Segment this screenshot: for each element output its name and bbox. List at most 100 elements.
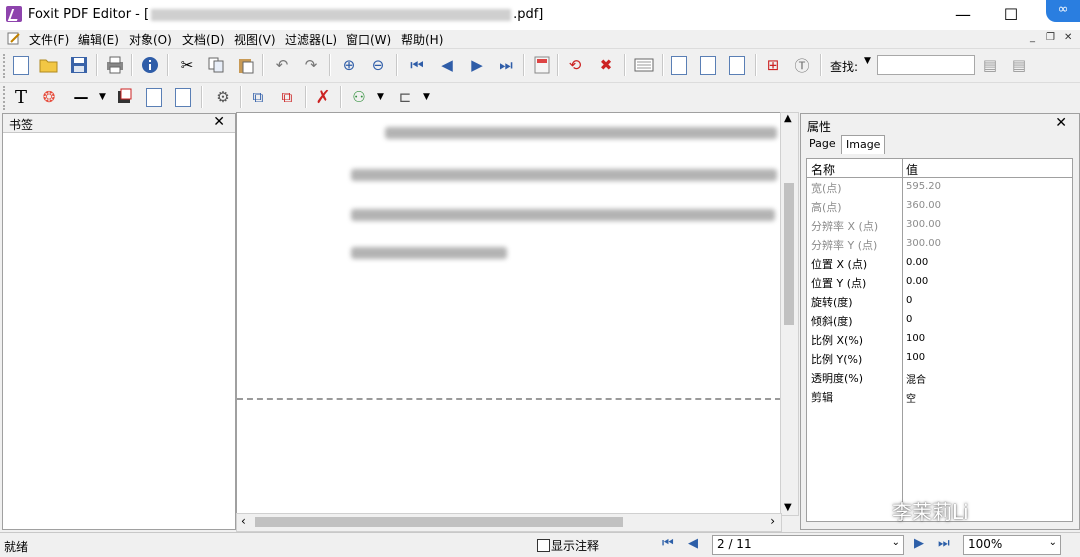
tab-image[interactable]: Image [841,135,886,154]
last-page-icon[interactable]: ⏭ [495,54,517,76]
open-folder-icon[interactable] [38,54,60,76]
group-chevron-icon[interactable]: ▼ [377,92,384,102]
property-row[interactable]: 剪辑 空 [807,387,1072,406]
maximize-button[interactable]: ☐ [988,0,1034,30]
property-row[interactable]: 高(点) 360.00 [807,197,1072,216]
vertical-scroll-thumb[interactable] [784,183,794,325]
menu-filter[interactable]: 过滤器(L) [285,31,337,48]
property-value[interactable]: 300.00 [906,238,941,249]
scroll-right-icon[interactable]: › [770,514,775,528]
zoom-in-icon[interactable]: ⊕ [338,54,360,76]
horizontal-scroll-thumb[interactable] [255,517,623,527]
property-row[interactable]: 分辨率 Y (点) 300.00 [807,235,1072,254]
property-value[interactable]: 混合 [906,371,926,386]
menu-file[interactable]: 文件(F) [29,31,69,48]
horizontal-scrollbar[interactable]: ‹ › [236,513,782,532]
menu-view[interactable]: 视图(V) [234,31,276,48]
zoom-out-icon[interactable]: ⊖ [367,54,389,76]
align-chevron-icon[interactable]: ▼ [423,92,430,102]
last-page-icon[interactable]: ⏭ [938,536,950,551]
menu-window[interactable]: 窗口(W) [346,31,391,48]
edit-object-icon[interactable] [143,86,165,108]
shape-object-icon[interactable] [726,54,748,76]
line-tool-icon[interactable]: — [70,86,92,108]
property-row[interactable]: 倾斜(度) 0 [807,311,1072,330]
crop-page-icon[interactable] [633,54,655,76]
align-left-icon[interactable]: ⊏ [394,86,416,108]
info-icon[interactable] [139,54,161,76]
property-value[interactable]: 100 [906,352,925,363]
property-row[interactable]: 宽(点) 595.20 [807,178,1072,197]
export-object-icon[interactable] [172,86,194,108]
align-objects-icon[interactable]: ⧉ [247,86,269,108]
delete-page-icon[interactable]: ✖ [595,54,617,76]
toolbar-grip[interactable] [3,86,8,110]
property-value[interactable]: 0.00 [906,257,928,268]
prev-page-icon[interactable]: ◀ [436,54,458,76]
text-object-icon[interactable] [668,54,690,76]
menu-document[interactable]: 文档(D) [182,31,225,48]
property-row[interactable]: 旋转(度) 0 [807,292,1072,311]
find-options-chevron-icon[interactable]: ▼ [864,56,871,66]
save-icon[interactable] [68,54,90,76]
property-row[interactable]: 位置 Y (点) 0.00 [807,273,1072,292]
color-palette-icon[interactable]: ❂ [38,86,60,108]
print-icon[interactable] [104,54,126,76]
next-page-icon[interactable]: ▶ [466,54,488,76]
toolbar-grip[interactable] [3,54,8,78]
show-annotations-checkbox[interactable] [537,539,550,552]
line-style-chevron-icon[interactable]: ▼ [99,92,106,102]
redo-icon[interactable]: ↷ [300,54,322,76]
first-page-icon[interactable]: ⏮ [406,54,428,76]
property-row[interactable]: 位置 X (点) 0.00 [807,254,1072,273]
property-row[interactable]: 比例 Y(%) 100 [807,349,1072,368]
property-value[interactable]: 360.00 [906,200,941,211]
group-objects-icon[interactable]: ⚇ [348,86,370,108]
mdi-restore-button[interactable]: ❐ [1046,32,1055,43]
scroll-down-icon[interactable]: ▼ [784,502,792,513]
property-value[interactable]: 空 [906,390,916,405]
insert-page-icon[interactable]: ⊞ [762,54,784,76]
find-next-icon[interactable]: ▤ [1008,54,1030,76]
next-page-icon[interactable]: ▶ [914,536,924,551]
prev-page-icon[interactable]: ◀ [688,536,698,551]
arrange-objects-icon[interactable]: ⧉ [276,86,298,108]
document-view[interactable] [236,112,782,516]
new-file-icon[interactable] [10,54,32,76]
property-value[interactable]: 100 [906,333,925,344]
menu-help[interactable]: 帮助(H) [401,31,443,48]
copy-icon[interactable] [205,54,227,76]
delete-object-icon[interactable]: ✗ [312,86,334,108]
property-value[interactable]: 0.00 [906,276,928,287]
stamp-icon[interactable]: Ⓣ [791,54,813,76]
cut-icon[interactable]: ✂ [176,54,198,76]
rotate-page-icon[interactable]: ⟲ [564,54,586,76]
scroll-up-icon[interactable]: ▲ [784,113,792,124]
find-prev-icon[interactable]: ▤ [979,54,1001,76]
page-number-select[interactable]: 2 / 11 ⌄ [712,535,904,555]
first-page-icon[interactable]: ⏮ [662,536,674,551]
property-value[interactable]: 595.20 [906,181,941,192]
paste-icon[interactable] [235,54,257,76]
vertical-scrollbar[interactable]: ▲ ▼ [780,112,799,516]
mdi-close-button[interactable]: ✕ [1064,32,1072,43]
close-icon[interactable]: ✕ [213,114,225,130]
fill-color-icon[interactable] [113,86,135,108]
add-text-icon[interactable]: T [10,86,32,108]
find-input[interactable] [877,55,975,75]
chevron-down-icon[interactable]: ⌄ [892,537,900,548]
minimize-button[interactable]: — [940,0,986,30]
calculator-icon[interactable] [531,54,553,76]
menu-edit[interactable]: 编辑(E) [78,31,119,48]
mdi-minimize-button[interactable]: _ [1030,32,1035,43]
chevron-down-icon[interactable]: ⌄ [1049,537,1057,548]
zoom-select[interactable]: 100% ⌄ [963,535,1061,555]
property-value[interactable]: 0 [906,314,912,325]
close-icon[interactable]: ✕ [1055,115,1067,131]
undo-icon[interactable]: ↶ [271,54,293,76]
property-row[interactable]: 比例 X(%) 100 [807,330,1072,349]
menu-object[interactable]: 对象(O) [129,31,172,48]
property-row[interactable]: 分辨率 X (点) 300.00 [807,216,1072,235]
image-select-icon[interactable]: ⚙ [212,86,234,108]
image-object-icon[interactable] [697,54,719,76]
